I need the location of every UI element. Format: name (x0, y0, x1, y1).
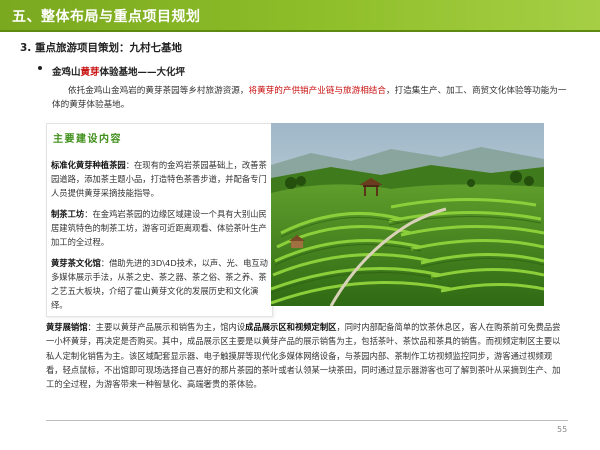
subsection-title: 金鸡山黄芽体验基地——大化坪 (52, 64, 185, 78)
page-title: 五、整体布局与重点项目规划 (12, 9, 201, 25)
intro-part1: 依托金鸡山金鸡岩的黄芽茶园等乡村旅游资源， (68, 86, 249, 96)
item-plantation: 标准化黄芽种植茶园：在现有的金鸡岩茶园基础上，改善茶园道路，添加茶主题小品，打造… (51, 158, 269, 200)
footer-divider (46, 420, 568, 421)
subsection-highlight: 黄芽 (80, 67, 100, 78)
box-title: 主要建设内容 (53, 134, 122, 145)
intro-highlight: 将黄芽的产供销产业链与旅游相结合 (248, 86, 386, 96)
exhibition-hall-paragraph: 黄芽展销馆：主要以黄芽产品展示和销售为主，馆内设成品展示区和视频定制区，同时内部… (46, 320, 566, 391)
construction-content-box: 主要建设内容 标准化黄芽种植茶园：在现有的金鸡岩茶园基础上，改善茶园道路，添加茶… (46, 123, 273, 317)
item-name: 标准化黄芽种植茶园 (51, 160, 126, 170)
page-number: 55 (557, 425, 568, 434)
tea-garden-photo (271, 123, 544, 306)
hall-text-1: ：主要以黄芽产品展示和销售为主，馆内设 (87, 322, 246, 332)
subsection-prefix: 金鸡山 (52, 67, 81, 78)
item-culture-hall: 黄芽茶文化馆：借助先进的3D\4D技术，以声、光、电互动多媒体展示手法，从茶之史… (51, 256, 269, 312)
bullet-dot-icon (38, 66, 42, 70)
tea-garden-illustration (271, 123, 544, 306)
item-name: 黄芽茶文化馆 (51, 258, 101, 268)
hall-name: 黄芽展销馆 (46, 322, 88, 332)
hall-bold-1: 成品展示区和视频定制区 (245, 322, 337, 332)
item-text: ：在金鸡岩茶园的边缘区域建设一个具有大别山民居建筑特色的制茶工坊，游客可近距离观… (51, 209, 267, 247)
page-header: 五、整体布局与重点项目规划 (0, 0, 600, 32)
hall-text-2: ，同时内部配备简单的饮茶休息区，客人在购茶前可免费品尝一小杯黄芽，再决定是否购买… (46, 322, 561, 390)
item-workshop: 制茶工坊：在金鸡岩茶园的边缘区域建设一个具有大别山民居建筑特色的制茶工坊，游客可… (51, 207, 269, 249)
item-name: 制茶工坊 (51, 209, 85, 219)
intro-paragraph: 依托金鸡山金鸡岩的黄芽茶园等乡村旅游资源，将黄芽的产供销产业链与旅游相结合，打造… (52, 84, 572, 112)
subsection-suffix: 体验基地——大化坪 (99, 67, 186, 78)
section-heading: 3. 重点旅游项目策划：九村七基地 (20, 42, 182, 54)
